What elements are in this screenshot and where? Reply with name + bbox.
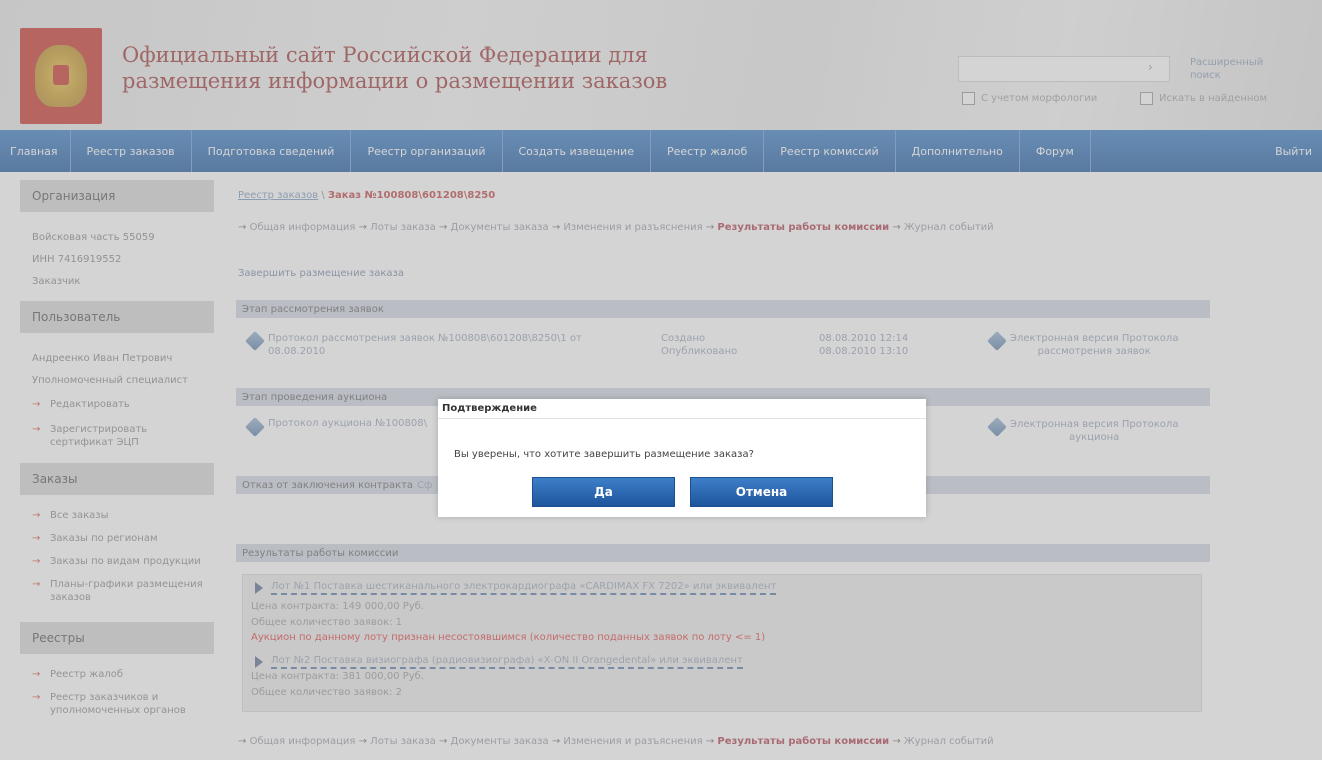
confirm-cancel-button[interactable]: Отмена [690, 477, 833, 507]
dialog-message: Вы уверены, что хотите завершить размеще… [454, 449, 754, 460]
modal-overlay [0, 0, 1322, 760]
confirm-dialog: Подтверждение Вы уверены, что хотите зав… [438, 399, 926, 517]
dialog-title: Подтверждение [438, 399, 926, 419]
confirm-yes-button[interactable]: Да [532, 477, 675, 507]
